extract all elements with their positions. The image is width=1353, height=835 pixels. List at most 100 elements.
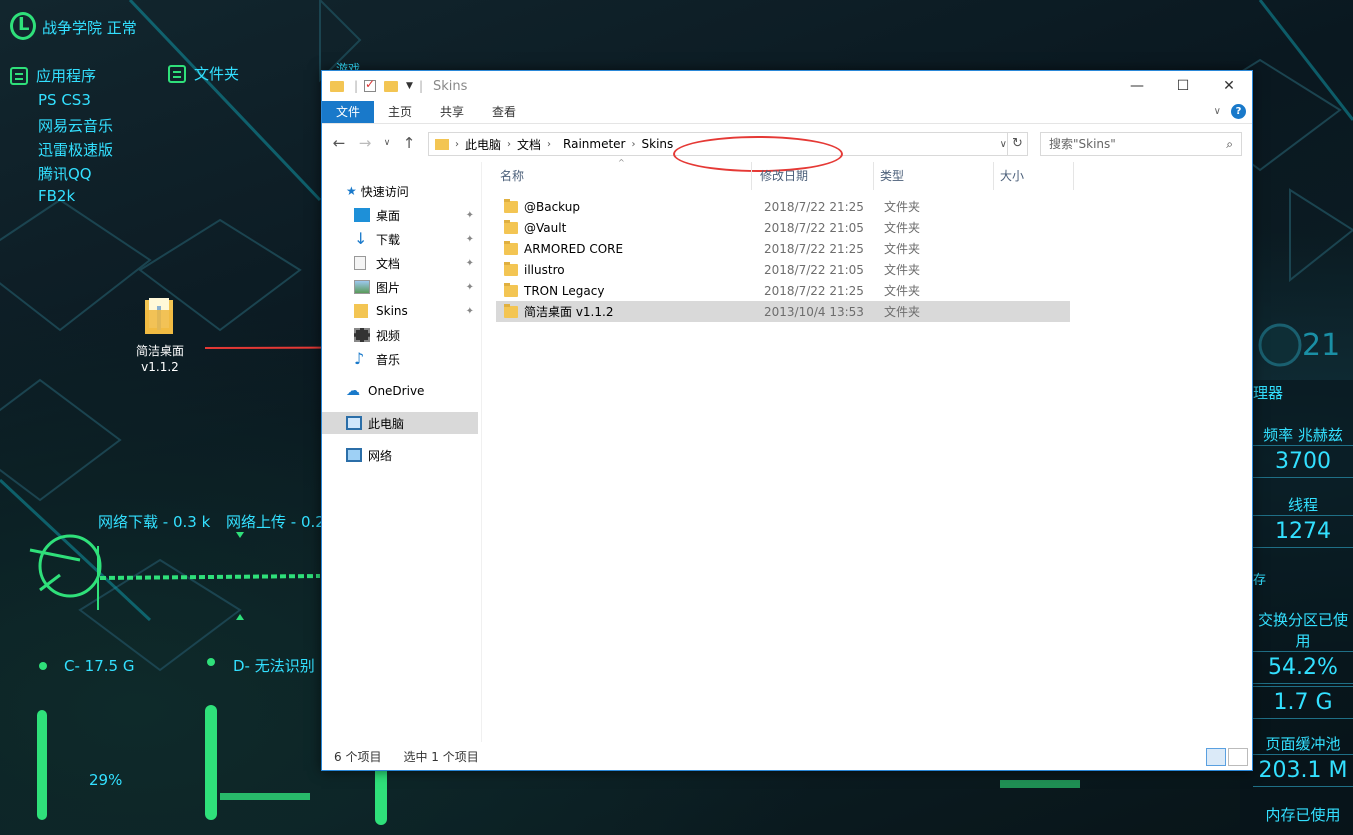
freq-value: 3700: [1253, 445, 1353, 478]
nav-item-desktop[interactable]: 桌面 ✦: [322, 204, 478, 226]
app-link-fb2k[interactable]: FB2k: [38, 187, 75, 205]
pin-icon[interactable]: ✦: [466, 234, 474, 245]
file-date: 2018/7/22 21:05: [764, 220, 864, 235]
details-view-icon[interactable]: [1206, 748, 1226, 766]
tab-file[interactable]: 文件: [322, 101, 375, 123]
pin-icon[interactable]: ✦: [466, 282, 474, 293]
file-date: 2018/7/22 21:25: [764, 199, 864, 214]
nav-item-documents[interactable]: 文档 ✦: [322, 252, 478, 274]
nav-item-pictures[interactable]: 图片 ✦: [322, 276, 478, 298]
forward-button[interactable]: →: [354, 134, 376, 152]
nav-this-pc[interactable]: 此电脑: [322, 412, 478, 434]
nav-label: 图片: [376, 280, 401, 295]
net-download-readout: 网络下载 - 0.3 k: [98, 513, 211, 531]
nav-item-skins[interactable]: Skins ✦: [322, 300, 478, 322]
nav-label: 音乐: [376, 352, 401, 367]
tab-home[interactable]: 主页: [374, 101, 426, 123]
app-link-netease-music[interactable]: 网易云音乐: [38, 115, 113, 136]
explorer-window: | ▼ | Skins — ☐ ✕ 文件 主页 共享 查看 ∨ ? ← → ∨ …: [321, 70, 1253, 771]
nav-item-music[interactable]: ♪ 音乐: [322, 348, 478, 370]
file-name: @Backup: [524, 199, 580, 214]
table-row[interactable]: @Vault 2018/7/22 21:05 文件夹: [496, 217, 1070, 238]
percent-readout: 29%: [89, 771, 123, 789]
column-modified[interactable]: 修改日期: [754, 162, 874, 190]
file-date: 2018/7/22 21:25: [764, 283, 864, 298]
chevron-right-icon[interactable]: ›: [507, 139, 511, 150]
nav-item-downloads[interactable]: ↓ 下载 ✦: [322, 228, 478, 250]
properties-icon[interactable]: [364, 77, 377, 92]
folder-header[interactable]: 文件夹: [168, 63, 239, 84]
status-bar: 6 个项目 选中 1 个项目: [322, 742, 1252, 770]
file-type: 文件夹: [884, 200, 921, 214]
cloud-icon: ☁: [346, 383, 360, 399]
status-item-count: 6 个项目: [334, 749, 382, 764]
picture-icon: [354, 280, 370, 294]
desktop-folder-icon[interactable]: [143, 296, 175, 336]
apps-header[interactable]: 应用程序: [10, 65, 96, 86]
nav-label: 视频: [376, 328, 401, 343]
table-row[interactable]: TRON Legacy 2018/7/22 21:25 文件夹: [496, 280, 1070, 301]
pin-icon[interactable]: ✦: [466, 210, 474, 221]
desktop-icon: [354, 208, 370, 222]
window-controls: — ☐ ✕: [1114, 71, 1252, 101]
download-icon: ↓: [354, 229, 368, 248]
maximize-button[interactable]: ☐: [1160, 71, 1206, 101]
pin-icon[interactable]: ✦: [466, 258, 474, 269]
table-row[interactable]: ARMORED CORE 2018/7/22 21:25 文件夹: [496, 238, 1070, 259]
threads-widget: 线程 1274: [1253, 494, 1353, 548]
desktop-folder-label[interactable]: 简洁桌面 v1.1.2: [118, 343, 202, 375]
table-row[interactable]: illustro 2018/7/22 21:05 文件夹: [496, 259, 1070, 280]
video-icon: [354, 328, 370, 342]
ribbon-right: ∨ ?: [1214, 104, 1246, 119]
refresh-icon[interactable]: ↻: [1007, 133, 1027, 155]
pin-icon[interactable]: ✦: [466, 306, 474, 317]
quick-access-dropdown-icon[interactable]: ▼: [406, 81, 413, 91]
app-link-qq[interactable]: 腾讯QQ: [38, 163, 92, 184]
logo-icon: [10, 12, 36, 40]
nav-item-videos[interactable]: 视频: [322, 324, 478, 346]
column-type[interactable]: 类型: [874, 162, 994, 190]
breadcrumb-documents[interactable]: 文档: [517, 136, 541, 153]
swap-label: 交换分区已使用: [1257, 611, 1348, 650]
file-name: illustro: [524, 262, 565, 277]
mem-used-label: 内存已使用: [1265, 806, 1341, 824]
breadcrumb-this-pc[interactable]: 此电脑: [465, 136, 501, 153]
file-list: 名称 修改日期 类型 大小 ^ @Backup 2018/7/22 21:25 …: [482, 158, 1252, 742]
minimize-button[interactable]: —: [1114, 71, 1160, 101]
new-folder-icon[interactable]: [384, 80, 399, 92]
address-bar[interactable]: › 此电脑 › 文档 › Rainmeter › Skins ∨ ↻: [428, 132, 1028, 172]
expand-ribbon-icon[interactable]: ∨: [1214, 106, 1221, 117]
file-name: ARMORED CORE: [524, 241, 624, 256]
nav-quick-access[interactable]: ★ 快速访问: [322, 180, 478, 202]
app-link-xunlei[interactable]: 迅雷极速版: [38, 139, 113, 160]
nav-network[interactable]: 网络: [322, 444, 478, 466]
nav-label: 下载: [376, 232, 401, 247]
large-icons-view-icon[interactable]: [1228, 748, 1248, 766]
column-size[interactable]: 大小: [994, 162, 1074, 190]
nav-label: 快速访问: [360, 184, 409, 199]
page-pool-value: 203.1 M: [1253, 754, 1353, 787]
apps-header-label: 应用程序: [36, 67, 97, 85]
breadcrumb-skins[interactable]: Skins: [642, 137, 674, 151]
tab-share[interactable]: 共享: [426, 101, 478, 123]
search-input[interactable]: 搜索"Skins" ⌕: [1040, 132, 1242, 156]
search-icon[interactable]: ⌕: [1226, 133, 1233, 155]
table-row[interactable]: 简洁桌面 v1.1.2 2013/10/4 13:53 文件夹: [496, 301, 1070, 322]
up-button[interactable]: ↑: [398, 134, 420, 152]
address-dropdown-icon[interactable]: ∨: [1000, 139, 1007, 150]
close-button[interactable]: ✕: [1206, 71, 1252, 101]
app-link-ps[interactable]: PS CS3: [38, 91, 91, 109]
chevron-right-icon[interactable]: ›: [455, 139, 459, 150]
back-button[interactable]: ←: [328, 134, 350, 152]
table-row[interactable]: @Backup 2018/7/22 21:25 文件夹: [496, 196, 1070, 217]
title-bar[interactable]: | ▼ | Skins — ☐ ✕: [322, 71, 1252, 101]
folder-icon: [504, 198, 518, 213]
recent-dropdown-icon[interactable]: ∨: [380, 138, 394, 148]
net-upload-readout: 网络上传 - 0.2: [226, 513, 325, 531]
help-icon[interactable]: ?: [1231, 104, 1246, 119]
breadcrumb-rainmeter[interactable]: Rainmeter: [563, 137, 625, 151]
nav-onedrive[interactable]: ☁ OneDrive: [322, 380, 478, 402]
chevron-right-icon[interactable]: ›: [632, 139, 636, 150]
chevron-right-icon[interactable]: ›: [547, 139, 551, 150]
tab-view[interactable]: 查看: [478, 101, 530, 123]
